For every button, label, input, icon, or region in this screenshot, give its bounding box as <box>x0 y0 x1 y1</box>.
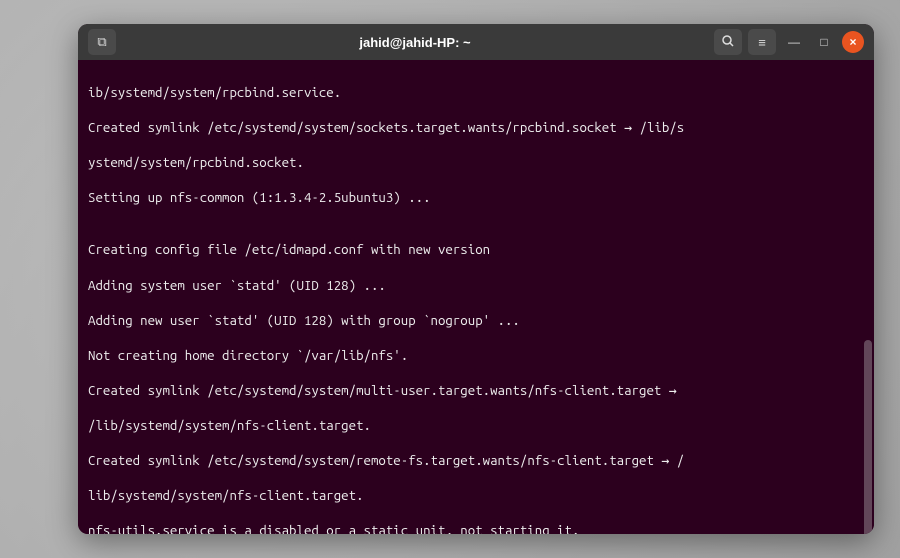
search-button[interactable] <box>714 29 742 55</box>
search-icon <box>721 34 735 51</box>
terminal-line: ib/systemd/system/rpcbind.service. <box>88 84 864 102</box>
scrollbar-thumb[interactable] <box>864 340 872 534</box>
terminal-line: Setting up nfs-common (1:1.3.4-2.5ubuntu… <box>88 189 864 207</box>
titlebar[interactable]: ⧉ jahid@jahid-HP: ~ ≡ — □ × <box>78 24 874 60</box>
terminal-window: ⧉ jahid@jahid-HP: ~ ≡ — □ × ib/syste <box>78 24 874 534</box>
close-button[interactable]: × <box>842 31 864 53</box>
terminal-line: Created symlink /etc/systemd/system/mult… <box>88 382 864 400</box>
terminal-line: /lib/systemd/system/nfs-client.target. <box>88 417 864 435</box>
terminal-line: nfs-utils.service is a disabled or a sta… <box>88 522 864 534</box>
terminal-line: Created symlink /etc/systemd/system/remo… <box>88 452 864 470</box>
new-tab-button[interactable]: ⧉ <box>88 29 116 55</box>
terminal-output[interactable]: ib/systemd/system/rpcbind.service. Creat… <box>78 60 874 534</box>
minimize-icon: — <box>788 35 800 49</box>
terminal-line: Creating config file /etc/idmapd.conf wi… <box>88 241 864 259</box>
hamburger-icon: ≡ <box>758 35 766 50</box>
terminal-line: Not creating home directory `/var/lib/nf… <box>88 347 864 365</box>
menu-button[interactable]: ≡ <box>748 29 776 55</box>
terminal-line: Adding system user `statd' (UID 128) ... <box>88 277 864 295</box>
terminal-line: lib/systemd/system/nfs-client.target. <box>88 487 864 505</box>
new-tab-icon: ⧉ <box>97 34 106 50</box>
terminal-line: Created symlink /etc/systemd/system/sock… <box>88 119 864 137</box>
maximize-icon: □ <box>820 35 827 49</box>
close-icon: × <box>849 35 856 49</box>
terminal-line: ystemd/system/rpcbind.socket. <box>88 154 864 172</box>
terminal-line: Adding new user `statd' (UID 128) with g… <box>88 312 864 330</box>
window-title: jahid@jahid-HP: ~ <box>122 35 708 50</box>
maximize-button[interactable]: □ <box>812 30 836 54</box>
minimize-button[interactable]: — <box>782 30 806 54</box>
